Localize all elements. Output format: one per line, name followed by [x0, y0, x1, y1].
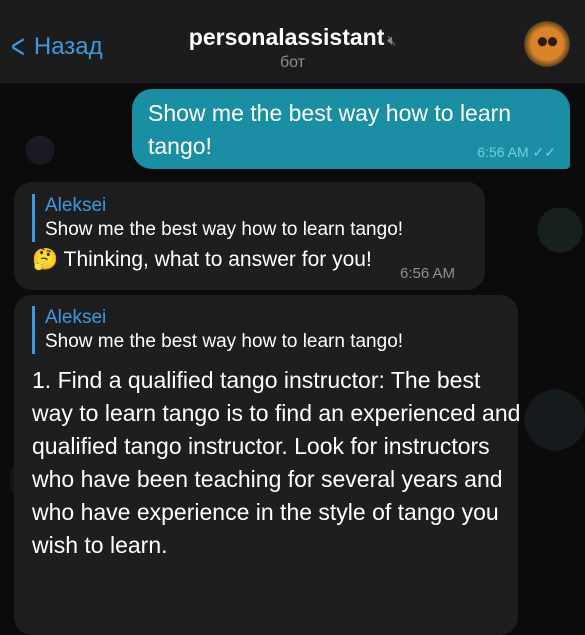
chat-header: < Назад personalassistant 🔇︎ бот	[0, 0, 585, 83]
reply-quote[interactable]: Aleksei Show me the best way how to lear…	[32, 194, 403, 242]
reply-text: Show me the best way how to learn tango!	[45, 331, 404, 352]
incoming-message[interactable]: Aleksei Show me the best way how to lear…	[14, 295, 520, 635]
chat-title-text: personalassistant	[188, 24, 385, 50]
reply-author: Aleksei	[45, 195, 107, 216]
message-text: 🤔 Thinking, what to answer for you!	[32, 248, 372, 271]
message-text: 1. Find a qualified tango instructor: Th…	[32, 367, 521, 558]
message-time: 6:56 AM ✓✓	[477, 144, 556, 160]
reply-author: Aleksei	[45, 307, 107, 328]
double-check-icon: ✓✓	[532, 144, 556, 160]
avatar[interactable]	[524, 21, 570, 67]
incoming-message[interactable]: Aleksei Show me the best way how to lear…	[14, 182, 485, 290]
message-time: 6:56 AM	[400, 265, 456, 282]
reply-text: Show me the best way how to learn tango!	[45, 219, 404, 240]
outgoing-message[interactable]: Show me the best way how to learn tango!…	[132, 89, 570, 169]
chat-title[interactable]: personalassistant 🔇︎	[0, 24, 585, 51]
chat-subtitle: бот	[279, 54, 306, 71]
reply-quote[interactable]: Aleksei Show me the best way how to lear…	[32, 306, 403, 354]
muted-icon: 🔇︎	[387, 32, 397, 48]
thinking-emoji-icon: 🤔	[32, 248, 59, 271]
